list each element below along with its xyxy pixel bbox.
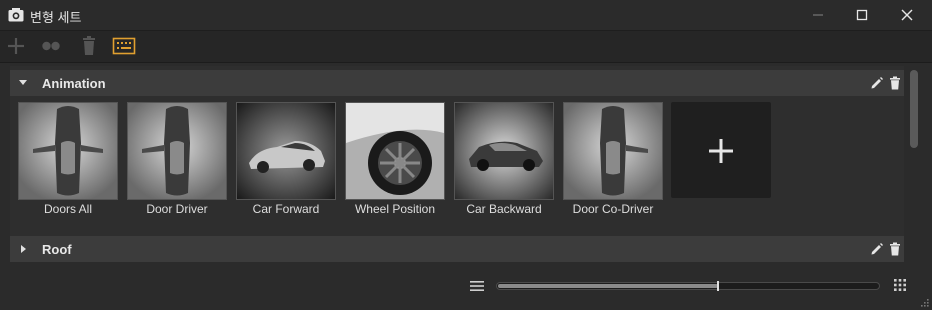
variant-label: Car Backward [466,202,542,216]
resize-grip-icon[interactable] [918,296,930,308]
bottom-bar [0,264,932,310]
variant-thumbnail[interactable] [563,102,663,200]
group-name: Animation [42,76,106,91]
variant-thumbnail[interactable] [18,102,118,200]
variant-label: Door Driver [146,202,208,216]
variant-thumbnail[interactable] [236,102,336,200]
variant-thumbnail[interactable] [454,102,554,200]
variant-thumbnail[interactable] [127,102,227,200]
camera-icon [8,8,24,22]
variant-label: Wheel Position [354,202,436,216]
variant-thumbnail[interactable] [345,102,445,200]
variant-label: Doors All [43,202,93,216]
variant-label: Door Co-Driver [572,202,654,216]
car-side-forward-image [237,103,335,199]
toolbar [0,31,932,63]
pencil-icon[interactable] [870,76,884,90]
expand-arrow-right-icon[interactable] [18,244,28,254]
group-header-roof[interactable]: Roof [10,236,904,262]
variant-label: Car Forward [252,202,320,216]
link-dots-icon[interactable] [39,35,63,57]
car-side-backward-image [455,103,553,199]
maximize-icon[interactable] [852,6,872,24]
variant-sets-panel: Animation Doors All Door Driver Car Forw… [10,66,904,262]
add-variant-button[interactable] [671,102,771,198]
slider-fill [498,284,718,288]
vertical-scrollbar[interactable] [908,70,920,260]
minimize-icon[interactable] [808,6,828,24]
trash-icon[interactable] [889,242,901,256]
trash-icon[interactable] [889,76,901,90]
grid-view-icon[interactable] [894,279,906,291]
car-top-door-open-image [128,103,226,199]
car-top-codriver-door-open-image [564,103,662,199]
window-title: 변형 세트 [30,10,82,25]
variant-tile[interactable]: Doors All [18,102,118,222]
list-view-icon[interactable] [470,280,484,292]
plus-icon[interactable] [4,35,28,57]
expand-arrow-down-icon[interactable] [18,78,28,88]
thumbnail-size-slider[interactable] [496,281,880,291]
variant-tile[interactable]: Door Co-Driver [563,102,663,222]
plus-icon [709,139,733,163]
variant-tile[interactable]: Wheel Position [345,102,445,222]
group-header-animation[interactable]: Animation [10,70,904,96]
variant-tile[interactable]: Car Backward [454,102,554,222]
variant-tile[interactable]: Door Driver [127,102,227,222]
wheel-closeup-image [346,103,444,199]
variant-tile[interactable]: Car Forward [236,102,336,222]
title-bar: 변형 세트 [0,0,932,31]
close-icon[interactable] [897,6,917,24]
trash-icon[interactable] [77,35,101,57]
pencil-icon[interactable] [870,242,884,256]
keyboard-shortcut-icon[interactable] [112,35,136,57]
group-name: Roof [42,242,72,257]
car-top-doors-open-image [19,103,117,199]
scrollbar-thumb[interactable] [910,70,918,148]
slider-handle[interactable] [717,281,719,291]
